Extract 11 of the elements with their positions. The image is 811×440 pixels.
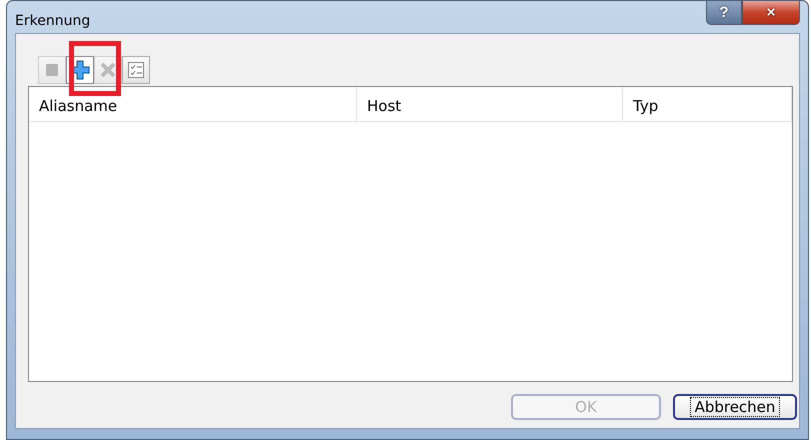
dialog-button[interactable]: Abbrechen [673, 394, 797, 420]
column-header[interactable]: Typ [623, 87, 792, 121]
close-button[interactable]: × [742, 1, 800, 25]
column-header[interactable]: Host [357, 87, 623, 121]
checklist-icon [127, 61, 145, 79]
toolbar-button[interactable] [122, 56, 150, 84]
column-header[interactable]: Aliasname [29, 87, 357, 121]
window-title: Erkennung [15, 13, 90, 29]
highlight-frame [69, 41, 121, 96]
chip-icon [43, 61, 61, 79]
cross-icon [99, 61, 117, 79]
